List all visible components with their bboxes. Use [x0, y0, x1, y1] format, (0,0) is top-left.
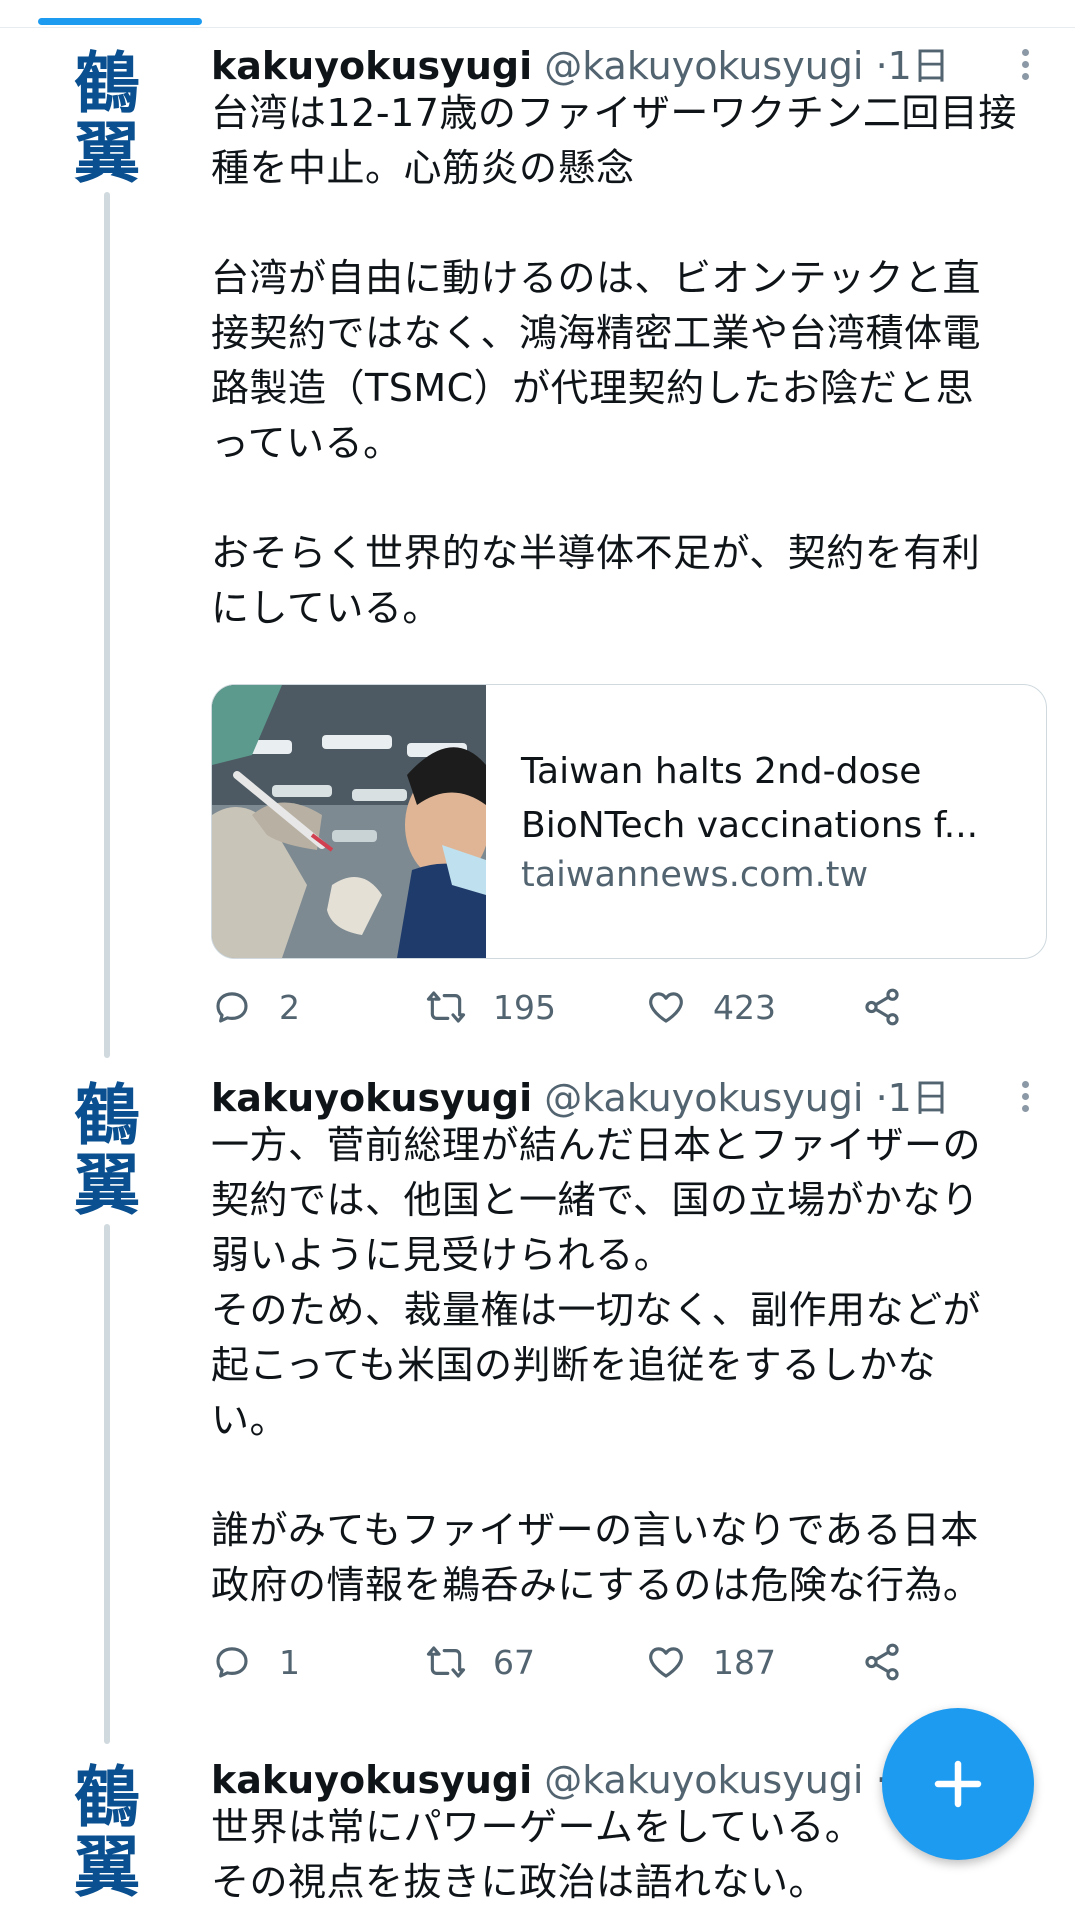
tweet-header: kakuyokusyugi @kakuyokusyugi ·1日 — [211, 44, 950, 88]
timestamp[interactable]: 1日 — [888, 1076, 950, 1120]
tweet-text: 台湾は12-17歳のファイザーワクチン二回目接 種を中止。心筋炎の懸念 台湾が自… — [211, 91, 1017, 630]
reply-count: 2 — [279, 987, 300, 1027]
retweet-count: 67 — [493, 1642, 535, 1682]
active-tab-indicator — [38, 18, 202, 25]
heart-icon — [649, 992, 683, 1023]
svg-text:鶴: 鶴 — [74, 45, 140, 122]
display-name[interactable]: kakuyokusyugi — [211, 44, 532, 88]
display-name[interactable]: kakuyokusyugi — [211, 1076, 532, 1120]
thread-line — [104, 192, 110, 1058]
svg-text:鶴: 鶴 — [74, 1759, 140, 1836]
svg-text:鶴: 鶴 — [74, 1077, 140, 1154]
reply-count: 1 — [279, 1642, 300, 1682]
reply-button[interactable]: 2 — [211, 982, 300, 1032]
retweet-icon — [426, 1646, 466, 1678]
separator: · — [875, 1076, 888, 1120]
link-card[interactable]: Taiwan halts 2nd-dose BioNTech vaccinati… — [211, 684, 1047, 959]
user-handle[interactable]: @kakuyokusyugi — [544, 1076, 863, 1120]
avatar[interactable]: 鶴 翼 — [72, 42, 142, 184]
tweet-header: kakuyokusyugi @kakuyokusyugi ·1日 — [211, 1758, 950, 1802]
tweet-actions: 2 195 423 — [211, 982, 1031, 1032]
more-vertical-icon[interactable] — [1010, 1078, 1040, 1118]
svg-text:翼: 翼 — [74, 1829, 140, 1898]
reply-icon — [216, 1647, 248, 1678]
heart-icon — [649, 1647, 683, 1678]
like-button[interactable]: 423 — [645, 982, 776, 1032]
timestamp[interactable]: 1日 — [888, 44, 950, 88]
compose-button[interactable] — [882, 1708, 1034, 1860]
top-divider — [0, 27, 1075, 28]
user-handle[interactable]: @kakuyokusyugi — [544, 44, 863, 88]
plus-icon — [934, 1760, 982, 1808]
share-icon — [865, 1643, 899, 1681]
like-count: 423 — [713, 987, 776, 1027]
more-vertical-icon[interactable] — [1010, 46, 1040, 86]
user-handle[interactable]: @kakuyokusyugi — [544, 1758, 863, 1802]
card-title: Taiwan halts 2nd-dose BioNTech vaccinati… — [521, 751, 979, 846]
thread-line — [104, 1224, 110, 1744]
reply-button[interactable]: 1 — [211, 1637, 300, 1687]
card-domain: taiwannews.com.tw — [521, 855, 869, 895]
avatar[interactable]: 鶴 翼 — [72, 1074, 142, 1216]
tweet-header: kakuyokusyugi @kakuyokusyugi ·1日 — [211, 1076, 950, 1120]
tweet-actions: 1 67 187 — [211, 1637, 1031, 1687]
svg-text:翼: 翼 — [74, 1147, 140, 1216]
avatar[interactable]: 鶴 翼 — [72, 1756, 142, 1898]
tweet[interactable]: 鶴 翼 kakuyokusyugi @kakuyokusyugi ·1日 台湾は… — [0, 34, 1075, 1064]
reply-icon — [216, 992, 248, 1023]
like-button[interactable]: 187 — [645, 1637, 776, 1687]
retweet-icon — [426, 991, 466, 1023]
separator: · — [875, 44, 888, 88]
svg-text:翼: 翼 — [74, 115, 140, 184]
tweet[interactable]: 鶴 翼 kakuyokusyugi @kakuyokusyugi ·1日 一方、… — [0, 1066, 1075, 1746]
tweet-text: 一方、菅前総理が結んだ日本とファイザーの 契約では、他国と一緒で、国の立場がかな… — [211, 1123, 982, 1607]
retweet-button[interactable]: 67 — [425, 1637, 535, 1687]
share-button[interactable] — [861, 982, 929, 1032]
card-thumbnail — [212, 685, 486, 958]
retweet-count: 195 — [493, 987, 556, 1027]
display-name[interactable]: kakuyokusyugi — [211, 1758, 532, 1802]
retweet-button[interactable]: 195 — [425, 982, 556, 1032]
like-count: 187 — [713, 1642, 776, 1682]
share-icon — [865, 988, 899, 1026]
share-button[interactable] — [861, 1637, 929, 1687]
